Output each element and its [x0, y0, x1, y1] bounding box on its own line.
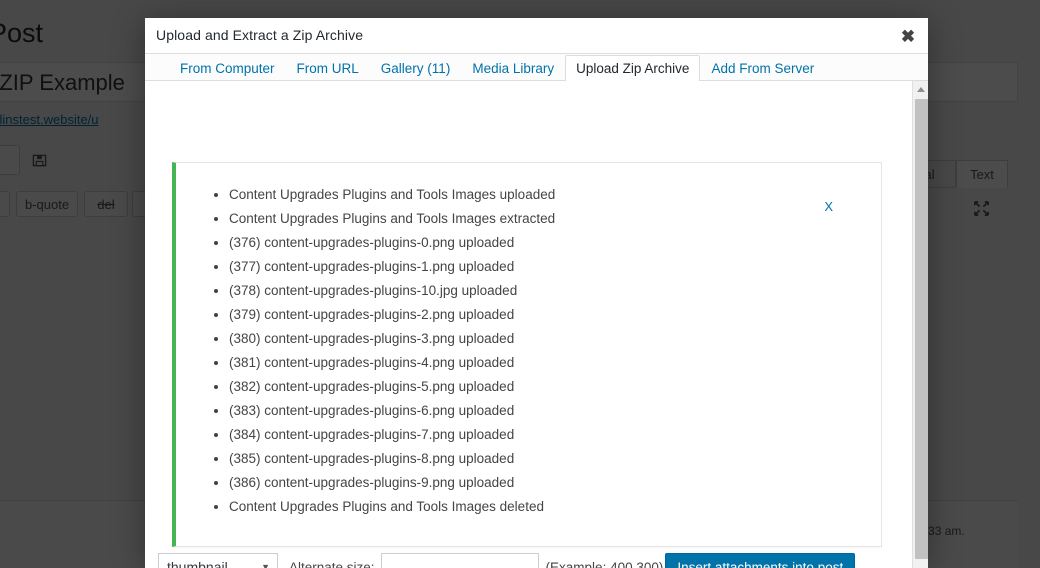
list-item: (379) content-upgrades-plugins-2.png upl… [229, 303, 881, 327]
insert-attachments-button[interactable]: Insert attachments into post [665, 553, 855, 568]
list-item: (384) content-upgrades-plugins-7.png upl… [229, 423, 881, 447]
tab-from-computer[interactable]: From Computer [169, 55, 286, 84]
alternate-size-label: Alternate size: [289, 560, 375, 568]
modal-tab-bar: From ComputerFrom URLGallery (11)Media L… [145, 54, 928, 81]
close-icon[interactable]: ✖ [897, 25, 919, 47]
modal-body: X Content Upgrades Plugins and Tools Ima… [145, 81, 928, 568]
list-item: (380) content-upgrades-plugins-3.png upl… [229, 327, 881, 351]
chevron-down-icon: ▼ [261, 562, 270, 568]
tab-media-library[interactable]: Media Library [461, 55, 565, 84]
modal-header: Upload and Extract a Zip Archive ✖ [145, 18, 928, 54]
attachment-controls: thumbnail ▼ Alternate size: (Example: 40… [158, 551, 898, 568]
tab-from-url[interactable]: From URL [286, 55, 370, 84]
list-item: Content Upgrades Plugins and Tools Image… [229, 207, 881, 231]
scrollbar-up-icon[interactable] [913, 81, 928, 97]
modal-title: Upload and Extract a Zip Archive [156, 27, 363, 43]
list-item: Content Upgrades Plugins and Tools Image… [229, 495, 881, 519]
alternate-size-input[interactable] [381, 553, 539, 568]
notice-dismiss-button[interactable]: X [824, 200, 833, 213]
notice-message-list: Content Upgrades Plugins and Tools Image… [176, 163, 881, 519]
tab-add-from-server[interactable]: Add From Server [700, 55, 825, 84]
upload-zip-modal: Upload and Extract a Zip Archive ✖ From … [145, 18, 928, 568]
size-select-value: thumbnail [159, 559, 228, 568]
modal-scrollbar[interactable] [912, 81, 928, 568]
size-select[interactable]: thumbnail ▼ [158, 553, 278, 568]
success-notice: X Content Upgrades Plugins and Tools Ima… [172, 162, 882, 547]
list-item: (376) content-upgrades-plugins-0.png upl… [229, 231, 881, 255]
list-item: (385) content-upgrades-plugins-8.png upl… [229, 447, 881, 471]
list-item: (378) content-upgrades-plugins-10.jpg up… [229, 279, 881, 303]
alternate-size-hint: (Example: 400,300) [546, 560, 664, 568]
list-item: (382) content-upgrades-plugins-5.png upl… [229, 375, 881, 399]
list-item: (381) content-upgrades-plugins-4.png upl… [229, 351, 881, 375]
scrollbar-thumb[interactable] [915, 99, 928, 559]
list-item: (386) content-upgrades-plugins-9.png upl… [229, 471, 881, 495]
list-item: (377) content-upgrades-plugins-1.png upl… [229, 255, 881, 279]
list-item: Content Upgrades Plugins and Tools Image… [229, 183, 881, 207]
tab-gallery[interactable]: Gallery (11) [370, 55, 462, 84]
list-item: (383) content-upgrades-plugins-6.png upl… [229, 399, 881, 423]
